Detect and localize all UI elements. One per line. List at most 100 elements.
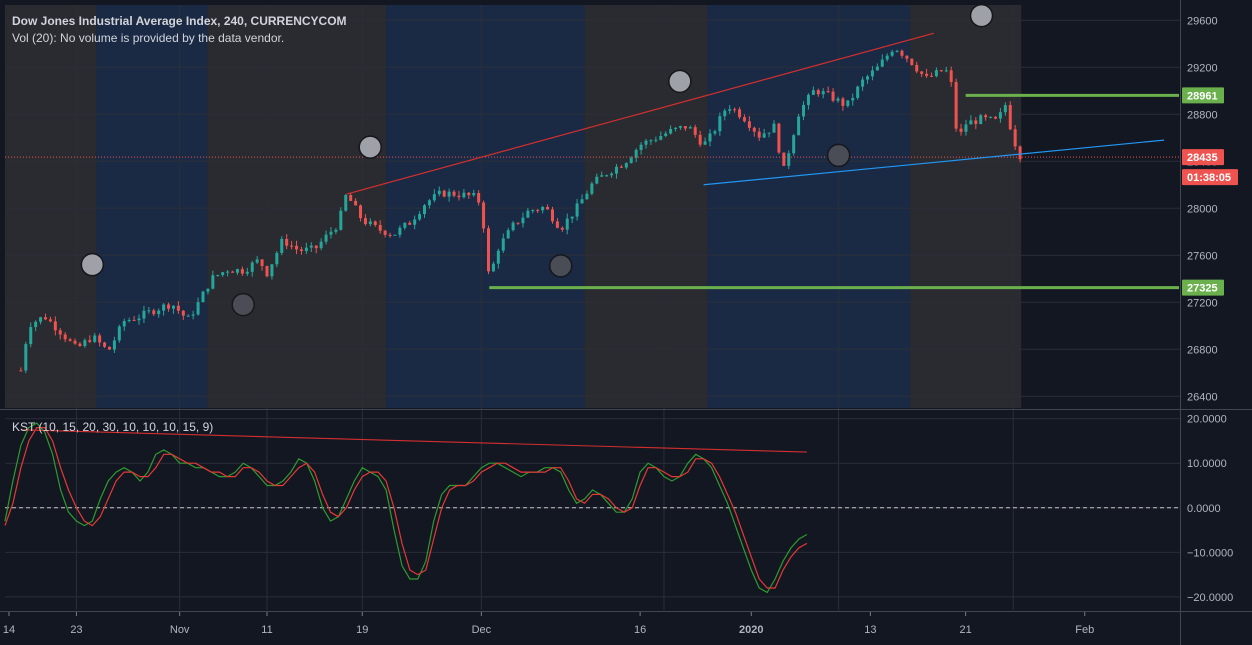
candle-body xyxy=(344,195,348,211)
candle-body xyxy=(654,139,658,141)
candle-body xyxy=(585,193,589,200)
candle-body xyxy=(68,339,72,341)
candle-body xyxy=(398,227,402,235)
candle-body xyxy=(555,221,559,228)
candle-body xyxy=(777,123,781,153)
candle-body xyxy=(112,340,116,350)
candle-body xyxy=(324,234,328,242)
candle-body xyxy=(649,140,653,142)
candle-body xyxy=(757,131,761,138)
kst-tick-label: −10.0000 xyxy=(1187,547,1233,559)
candle-body xyxy=(231,271,235,273)
chart-title: Dow Jones Industrial Average Index, 240,… xyxy=(12,14,347,28)
candle-body xyxy=(1003,105,1007,113)
candle-body xyxy=(309,245,313,248)
candle-body xyxy=(934,70,938,77)
time-tick-label: 16 xyxy=(634,624,646,636)
candle-body xyxy=(48,319,52,322)
candle-body xyxy=(442,190,446,197)
candle-body xyxy=(132,319,136,321)
marker-circle xyxy=(668,69,692,94)
candle-body xyxy=(63,334,67,340)
candle-body xyxy=(619,166,623,168)
candle-body xyxy=(107,346,111,350)
candle-body xyxy=(418,214,422,220)
candle-body xyxy=(270,264,274,277)
candle-body xyxy=(644,140,648,145)
candle-body xyxy=(600,175,604,177)
price-tick-label: 28000 xyxy=(1187,203,1218,215)
candle-body xyxy=(329,231,333,235)
candle-body xyxy=(866,76,870,80)
candle-body xyxy=(511,222,515,231)
candle-body xyxy=(979,115,983,124)
candle-body xyxy=(29,327,33,345)
candle-body xyxy=(560,227,564,230)
session-bands xyxy=(5,5,1022,408)
candle-body xyxy=(260,259,264,267)
candle-body xyxy=(752,127,756,132)
candle-body xyxy=(423,205,427,215)
candle-body xyxy=(388,234,392,236)
candle-body xyxy=(93,335,97,342)
countdown-tag: 01:38:05 xyxy=(1182,169,1238,186)
candle-body xyxy=(88,340,92,342)
current-price-tag: 28435 xyxy=(1182,149,1224,166)
candle-body xyxy=(614,166,618,174)
candle-body xyxy=(806,94,810,105)
candle-body xyxy=(895,50,899,52)
candle-body xyxy=(43,317,47,320)
candle-body xyxy=(447,191,451,197)
candle-body xyxy=(359,205,363,219)
candle-body xyxy=(565,218,569,230)
candle-body xyxy=(526,210,530,218)
candle-body xyxy=(900,50,904,56)
candle-body xyxy=(280,238,284,253)
price-tick-label: 27200 xyxy=(1187,297,1218,309)
candle-body xyxy=(836,98,840,101)
chart-canvas: 2640026800272002760028000284002880029200… xyxy=(0,0,1252,645)
marker-circle xyxy=(826,143,851,168)
candle-body xyxy=(290,245,294,247)
candle-body xyxy=(944,70,948,72)
candle-body xyxy=(870,70,874,77)
marker-circle xyxy=(548,254,573,278)
support-price-tag-text: 27325 xyxy=(1187,283,1218,295)
candle-body xyxy=(467,192,471,196)
candle-body xyxy=(693,127,697,135)
candle-body xyxy=(19,370,23,372)
candle-body xyxy=(171,305,175,309)
candle-body xyxy=(733,109,737,111)
candle-body xyxy=(678,126,682,128)
candle-body xyxy=(78,343,82,347)
candle-body xyxy=(452,191,456,196)
candle-body xyxy=(137,318,141,321)
candle-body xyxy=(191,314,195,316)
candle-body xyxy=(363,218,367,225)
candle-body xyxy=(993,116,997,119)
candle-body xyxy=(314,245,318,249)
candle-body xyxy=(176,305,180,311)
candle-body xyxy=(319,241,323,249)
candle-body xyxy=(299,249,303,252)
candle-body xyxy=(516,222,520,224)
candle-body xyxy=(590,183,594,194)
candle-body xyxy=(58,330,62,335)
candle-body xyxy=(575,203,579,217)
candle-body xyxy=(550,209,554,222)
candle-body xyxy=(792,135,796,154)
candle-body xyxy=(674,127,678,129)
price-tick-label: 26800 xyxy=(1187,344,1218,356)
candle-body xyxy=(831,91,835,101)
candle-body xyxy=(580,199,584,204)
candle-body xyxy=(939,70,943,72)
candle-body xyxy=(339,210,343,230)
candle-body xyxy=(536,210,540,212)
candle-body xyxy=(240,269,244,274)
candle-body xyxy=(152,310,156,315)
candle-body xyxy=(196,302,200,315)
candle-body xyxy=(521,217,525,224)
candle-body xyxy=(772,123,776,133)
candle-body xyxy=(767,132,771,134)
candle-body xyxy=(98,335,102,343)
